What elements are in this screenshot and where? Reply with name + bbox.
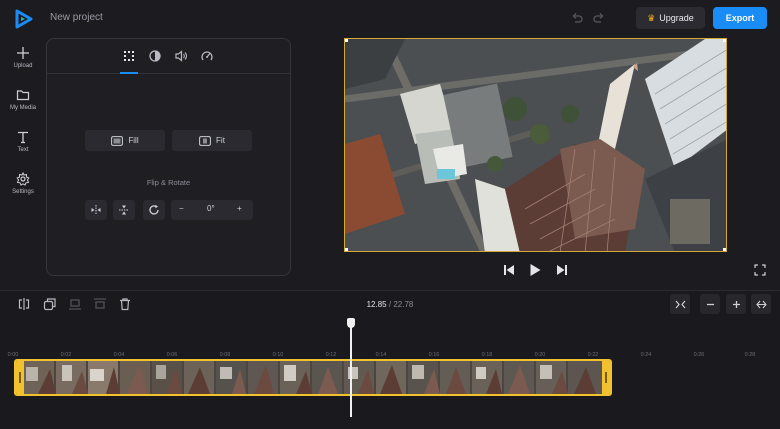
plus-icon — [732, 300, 740, 308]
speed-icon[interactable] — [200, 49, 214, 63]
gear-icon — [16, 172, 30, 186]
clip-trim-handle-right[interactable] — [602, 361, 610, 394]
upgrade-button[interactable]: ♛ Upgrade — [636, 7, 705, 29]
tick-label: 0:08 — [219, 352, 231, 358]
redo-icon[interactable] — [592, 11, 606, 25]
expand-timeline-icon — [755, 300, 767, 308]
top-bar: New project ♛ Upgrade Export — [0, 0, 780, 36]
timeline: 12.85 / 22.78 0:00 0:02 0:04 0:06 0:08 0… — [0, 290, 780, 429]
zoom-in-button[interactable] — [726, 294, 746, 314]
plus-icon — [17, 47, 29, 59]
fill-label: Fill — [128, 136, 139, 145]
fit-label: Fit — [216, 136, 225, 145]
fill-icon — [111, 135, 124, 146]
tick-label: 0:28 — [744, 352, 756, 358]
sidebar-item-label: My Media — [9, 105, 36, 111]
resize-handle-top-right[interactable] — [723, 39, 726, 42]
time-display: 12.85 / 22.78 — [0, 300, 780, 309]
active-tab-indicator — [120, 72, 138, 74]
video-clip[interactable] — [14, 359, 612, 396]
rotation-stepper: − 0° + — [171, 200, 253, 220]
time-separator: / — [388, 300, 392, 309]
tick-label: 0:12 — [325, 352, 337, 358]
playhead-line — [350, 327, 352, 417]
sidebar-item-label: Text — [17, 147, 29, 153]
sidebar-item-label: Settings — [12, 189, 34, 195]
tick-label: 0:00 — [7, 352, 19, 358]
resize-handle-bottom-left[interactable] — [345, 248, 348, 251]
skip-back-icon[interactable] — [502, 263, 516, 277]
text-icon — [18, 131, 28, 144]
expand-timeline-button[interactable] — [751, 294, 771, 314]
sidebar-item-my-media[interactable]: My Media — [0, 88, 46, 122]
minus-icon — [706, 303, 714, 305]
tick-label: 0:24 — [640, 352, 652, 358]
clip-trim-handle-left[interactable] — [16, 361, 24, 394]
folder-icon — [16, 90, 30, 101]
resize-handle-bottom-right[interactable] — [723, 248, 726, 251]
tick-label: 0:06 — [166, 352, 178, 358]
rotate-button[interactable] — [143, 200, 165, 220]
sidebar-item-upload[interactable]: Upload — [0, 46, 46, 80]
upgrade-label: Upgrade — [659, 13, 694, 23]
panel-tabs — [47, 39, 290, 74]
resize-handle-top-left[interactable] — [345, 39, 348, 42]
rotate-decrease-button[interactable]: − — [179, 204, 184, 213]
fill-button[interactable]: Fill — [85, 130, 165, 151]
rotate-icon — [149, 204, 159, 215]
video-preview[interactable] — [344, 38, 727, 252]
zoom-out-button[interactable] — [700, 294, 720, 314]
export-button[interactable]: Export — [713, 7, 767, 29]
tick-label: 0:22 — [587, 352, 599, 358]
fullscreen-icon[interactable] — [754, 264, 766, 276]
crown-icon: ♛ — [647, 12, 656, 23]
fit-timeline-icon — [675, 300, 685, 308]
volume-icon[interactable] — [174, 49, 188, 63]
tick-label: 0:04 — [113, 352, 125, 358]
rotation-value[interactable]: 0° — [207, 204, 215, 213]
tick-label: 0:16 — [428, 352, 440, 358]
project-name[interactable]: New project — [50, 12, 103, 23]
sidebar-item-text[interactable]: Text — [0, 130, 46, 164]
total-time: 22.78 — [393, 300, 414, 309]
fit-icon — [199, 135, 211, 146]
sidebar-item-label: Upload — [13, 63, 33, 69]
tick-label: 0:18 — [481, 352, 493, 358]
tick-label: 0:26 — [693, 352, 705, 358]
contrast-icon[interactable] — [148, 49, 162, 63]
timeline-ruler[interactable]: 0:00 0:02 0:04 0:06 0:08 0:10 0:12 0:14 … — [0, 319, 780, 358]
rotate-increase-button[interactable]: + — [237, 204, 242, 213]
flip-horizontal-icon — [91, 205, 101, 215]
undo-icon[interactable] — [570, 11, 584, 25]
crop-grid-icon[interactable] — [122, 49, 136, 63]
tick-label: 0:02 — [60, 352, 72, 358]
skip-forward-icon[interactable] — [555, 263, 569, 277]
app-logo-icon[interactable] — [14, 9, 34, 29]
sidebar-item-settings[interactable]: Settings — [0, 172, 46, 206]
play-icon[interactable] — [528, 263, 542, 277]
properties-panel: Fill Fit Flip & Rotate − 0° + — [46, 38, 291, 276]
fit-timeline-button[interactable] — [670, 294, 690, 314]
current-time: 12.85 — [366, 300, 387, 309]
flip-vertical-button[interactable] — [113, 200, 135, 220]
tick-label: 0:10 — [272, 352, 284, 358]
tick-label: 0:20 — [534, 352, 546, 358]
fit-button[interactable]: Fit — [172, 130, 252, 151]
flip-rotate-title: Flip & Rotate — [146, 178, 191, 187]
clip-thumbnails — [16, 361, 610, 394]
flip-horizontal-button[interactable] — [85, 200, 107, 220]
flip-vertical-icon — [119, 205, 129, 215]
video-frame — [345, 39, 726, 251]
tick-label: 0:14 — [375, 352, 387, 358]
